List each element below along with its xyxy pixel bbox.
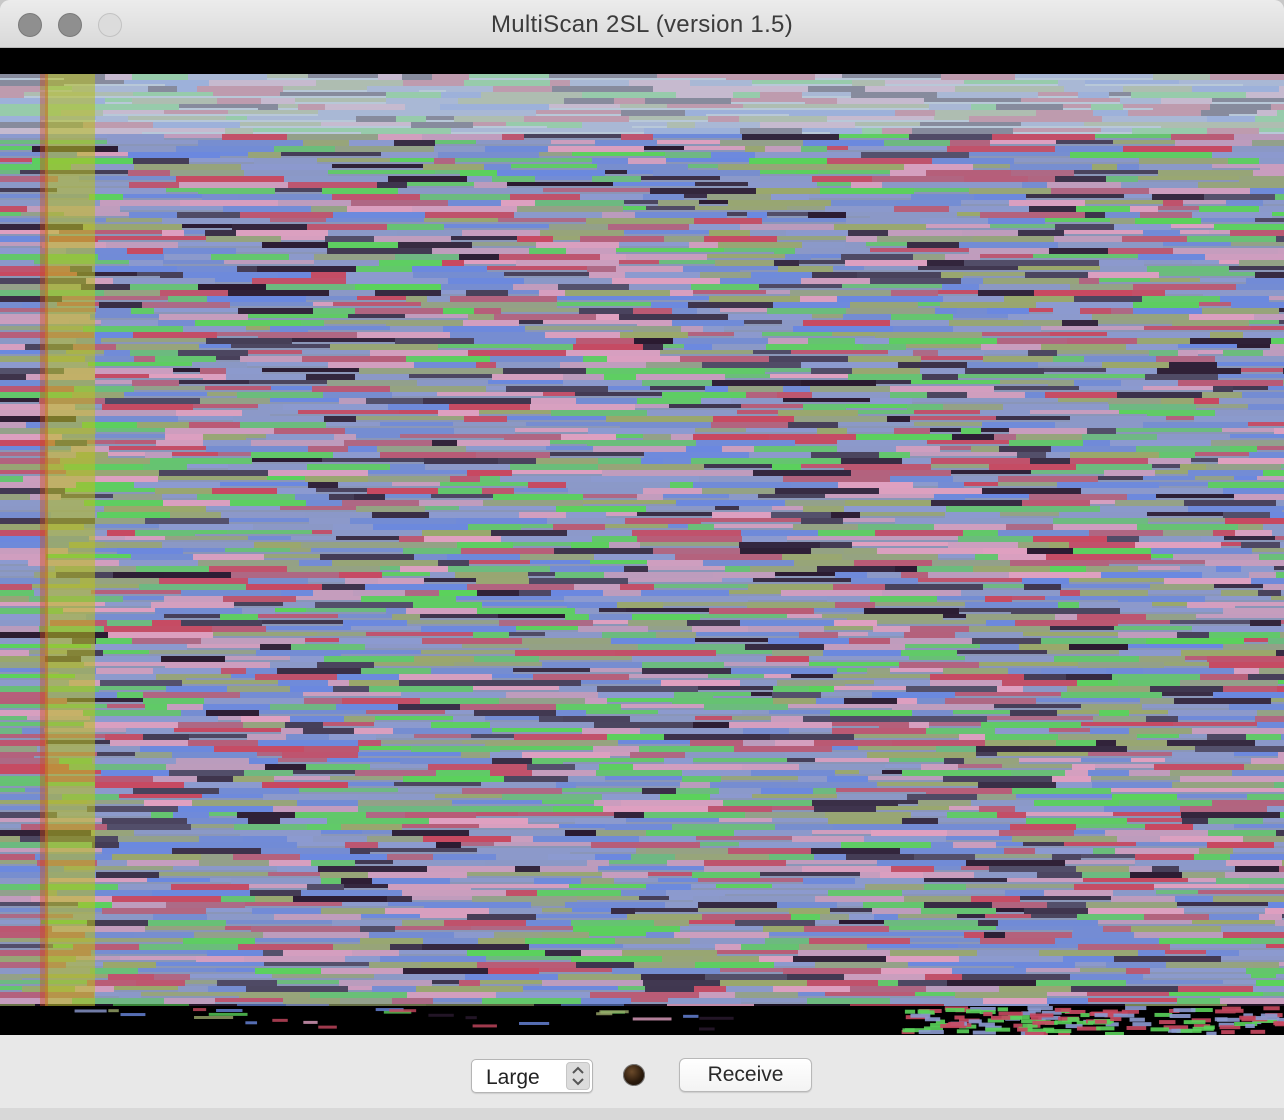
size-select[interactable]: Large <box>471 1059 593 1093</box>
status-led-indicator <box>623 1064 645 1086</box>
up-down-chevron-icon[interactable] <box>566 1062 590 1090</box>
scan-image-view <box>0 48 1284 1035</box>
scan-image <box>0 48 1284 1035</box>
app-window: MultiScan 2SL (version 1.5) Large Receiv… <box>0 0 1284 1120</box>
window-title: MultiScan 2SL (version 1.5) <box>490 11 793 38</box>
background-window-edge <box>0 1108 1284 1120</box>
receive-button[interactable]: Receive <box>679 1058 812 1092</box>
title-bar[interactable]: MultiScan 2SL (version 1.5) <box>0 0 1284 48</box>
size-select-value: Large <box>486 1066 540 1089</box>
